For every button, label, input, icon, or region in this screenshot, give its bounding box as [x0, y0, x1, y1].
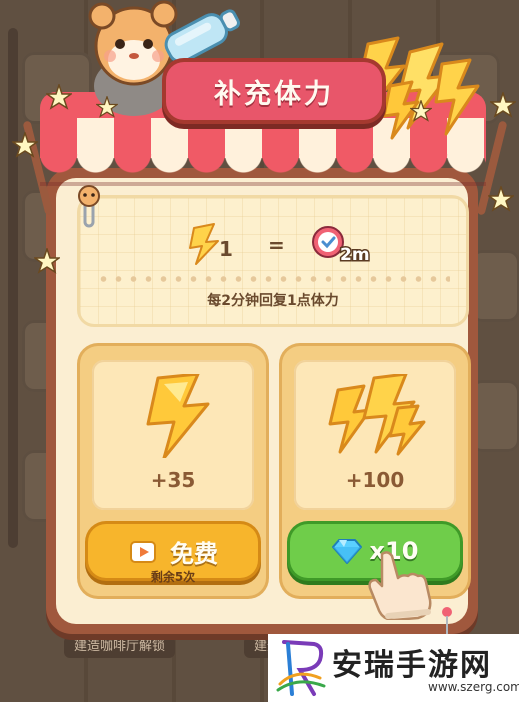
board-unlock-label: 建造咖啡厅解锁: [64, 636, 176, 658]
milk-bottle-icon: [164, 9, 240, 64]
sparkle-star-icon: [46, 84, 72, 110]
divider-dots: [96, 276, 450, 282]
pointing-hand-icon: [368, 551, 432, 620]
diamond-icon: [331, 539, 362, 564]
sparkle-star-icon: [488, 186, 514, 212]
offer-card-free: +35 免费 剩余5次: [80, 346, 266, 596]
lightning-bolt-icon: [189, 223, 219, 265]
free-button-label: 免费: [170, 539, 218, 568]
watch-ad-free-button[interactable]: 免费 剩余5次: [88, 524, 258, 584]
sparkle-star-icon: [96, 96, 118, 118]
time-label: 2m: [340, 245, 370, 265]
triple-lightning-icon: [328, 374, 426, 456]
hamster-clip-icon: [78, 185, 100, 228]
dialog-title-banner: 补充体力: [166, 62, 382, 120]
sparkle-star-icon: [12, 132, 38, 158]
video-icon: [130, 541, 156, 563]
sparkle-star-icon: [34, 248, 60, 274]
energy-amount: 1: [219, 237, 233, 261]
dialog-title: 补充体力: [214, 78, 334, 110]
regen-description: 每2分钟回复1点体力: [207, 293, 339, 309]
clock-icon: [312, 226, 344, 258]
regen-equation: 1 = 2m: [189, 223, 371, 266]
sparkle-star-icon: [490, 92, 516, 118]
site-logo-icon: [276, 640, 326, 696]
site-name: 安瑞手游网: [332, 648, 492, 683]
equals-sign: =: [268, 233, 285, 257]
pin-icon: [442, 607, 452, 634]
offer-amount: +100: [345, 468, 405, 492]
site-url: www.szerg.com: [428, 680, 519, 694]
offer-amount: +35: [150, 468, 196, 492]
remaining-count: 剩余5次: [150, 570, 196, 584]
sparkle-star-icon: [410, 100, 432, 122]
site-watermark: 安瑞手游网 www.szerg.com: [268, 634, 519, 702]
lightning-bolt-icon: [146, 374, 210, 458]
board-frame: [8, 28, 18, 548]
